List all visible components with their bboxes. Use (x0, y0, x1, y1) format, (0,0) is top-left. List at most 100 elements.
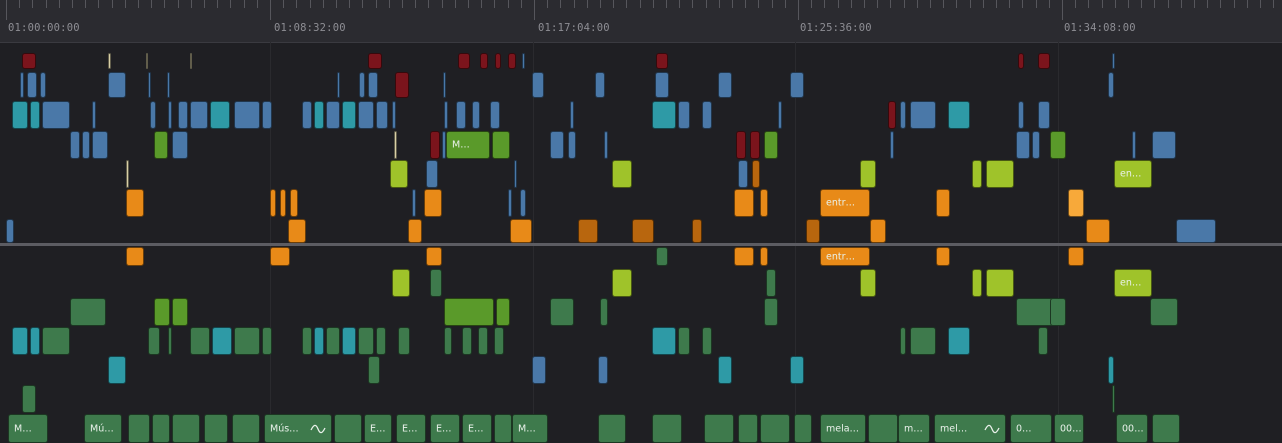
video-clip[interactable] (764, 131, 778, 159)
video-clip[interactable] (860, 160, 876, 188)
audio-clip[interactable] (358, 327, 374, 355)
audio-clip[interactable]: mel… (934, 414, 1006, 443)
video-clip[interactable] (167, 72, 170, 98)
audio-clip[interactable] (172, 414, 200, 443)
video-clip[interactable] (1132, 131, 1136, 159)
video-clip[interactable] (652, 101, 676, 129)
audio-clip[interactable] (326, 327, 340, 355)
video-clip[interactable] (82, 131, 90, 159)
audio-clip[interactable] (652, 414, 682, 443)
audio-clip[interactable] (738, 414, 758, 443)
audio-clip[interactable] (444, 327, 452, 355)
audio-clip[interactable]: E… (462, 414, 492, 443)
video-clip[interactable] (412, 189, 416, 217)
audio-clip[interactable] (910, 327, 936, 355)
video-clip[interactable] (280, 189, 286, 217)
audio-clip[interactable] (1068, 247, 1084, 266)
audio-clip[interactable] (656, 247, 668, 266)
video-clip[interactable] (426, 160, 438, 188)
audio-clip[interactable] (212, 327, 232, 355)
audio-clip[interactable] (1150, 298, 1178, 326)
video-clip[interactable] (508, 189, 512, 217)
video-clip[interactable]: en… (1114, 160, 1152, 188)
video-clip[interactable] (1108, 72, 1114, 98)
video-clip[interactable] (443, 72, 446, 98)
video-clip[interactable] (210, 101, 230, 129)
video-clip[interactable] (578, 219, 598, 243)
audio-clip[interactable]: E… (396, 414, 426, 443)
audio-clip[interactable] (860, 269, 876, 297)
video-clip[interactable] (936, 189, 950, 217)
audio-clip[interactable]: entr… (820, 247, 870, 266)
video-clip[interactable] (656, 53, 668, 69)
video-clip[interactable] (495, 53, 501, 69)
video-clip[interactable] (890, 131, 894, 159)
audio-clip[interactable] (398, 327, 410, 355)
audio-clip[interactable] (900, 327, 906, 355)
video-clip[interactable] (30, 101, 40, 129)
video-clip[interactable] (568, 131, 576, 159)
audio-clip[interactable] (652, 327, 676, 355)
audio-clip[interactable] (704, 414, 734, 443)
video-clip[interactable] (408, 219, 422, 243)
audio-clip[interactable]: 00… (1116, 414, 1148, 443)
audio-clip[interactable] (128, 414, 150, 443)
video-clip[interactable] (190, 53, 192, 69)
video-clip[interactable] (376, 101, 388, 129)
video-clip[interactable] (20, 72, 24, 98)
video-clip[interactable] (150, 101, 156, 129)
audio-clip[interactable] (868, 414, 898, 443)
audio-clip[interactable] (532, 356, 546, 384)
audio-clip[interactable] (12, 327, 28, 355)
video-clip[interactable] (126, 189, 144, 217)
video-clip[interactable] (444, 101, 448, 129)
audio-clip[interactable] (1152, 414, 1180, 443)
video-clip[interactable]: M… (446, 131, 490, 159)
audio-clip[interactable] (148, 327, 160, 355)
video-clip[interactable] (234, 101, 260, 129)
video-clip[interactable] (456, 101, 466, 129)
audio-clip[interactable] (314, 327, 324, 355)
video-clip[interactable] (394, 131, 397, 159)
video-clip[interactable] (6, 219, 14, 243)
audio-clip[interactable]: Mús… (264, 414, 332, 443)
video-clip[interactable] (1038, 101, 1050, 129)
audio-clip[interactable] (494, 327, 504, 355)
audio-clip[interactable] (1038, 327, 1048, 355)
video-clip[interactable] (392, 101, 396, 129)
audio-clip[interactable] (368, 356, 380, 384)
audio-clip[interactable] (794, 414, 812, 443)
audio-clip[interactable] (334, 414, 362, 443)
video-clip[interactable] (692, 219, 702, 243)
audio-clip[interactable] (764, 298, 778, 326)
video-clip[interactable] (778, 101, 782, 129)
video-clip[interactable] (368, 72, 378, 98)
video-clip[interactable] (126, 160, 129, 188)
video-clip[interactable] (368, 53, 382, 69)
video-clip[interactable] (910, 101, 936, 129)
video-clip[interactable] (480, 53, 488, 69)
video-clip[interactable] (550, 131, 564, 159)
video-clip[interactable] (870, 219, 886, 243)
audio-clip[interactable] (1112, 385, 1115, 413)
video-clip[interactable] (738, 160, 748, 188)
timeline-panel[interactable]: 01:00:00:00 01:08:32:00 01:17:04:00 01:2… (0, 0, 1282, 443)
video-clip[interactable] (888, 101, 896, 129)
video-clip[interactable] (948, 101, 970, 129)
video-clip[interactable] (1038, 53, 1050, 69)
video-clip[interactable] (92, 101, 96, 129)
audio-clip[interactable] (190, 327, 210, 355)
video-clip[interactable] (172, 131, 188, 159)
audio-clip[interactable] (302, 327, 312, 355)
audio-clip[interactable] (790, 356, 804, 384)
video-clip[interactable] (490, 101, 500, 129)
video-clip[interactable] (108, 72, 126, 98)
video-clip[interactable] (790, 72, 804, 98)
video-clip[interactable] (154, 131, 168, 159)
video-clip[interactable] (612, 160, 632, 188)
video-clip[interactable] (314, 101, 324, 129)
video-clip[interactable] (27, 72, 37, 98)
audio-clip[interactable] (22, 385, 36, 413)
video-clip[interactable] (532, 72, 544, 98)
video-clip[interactable] (702, 101, 712, 129)
